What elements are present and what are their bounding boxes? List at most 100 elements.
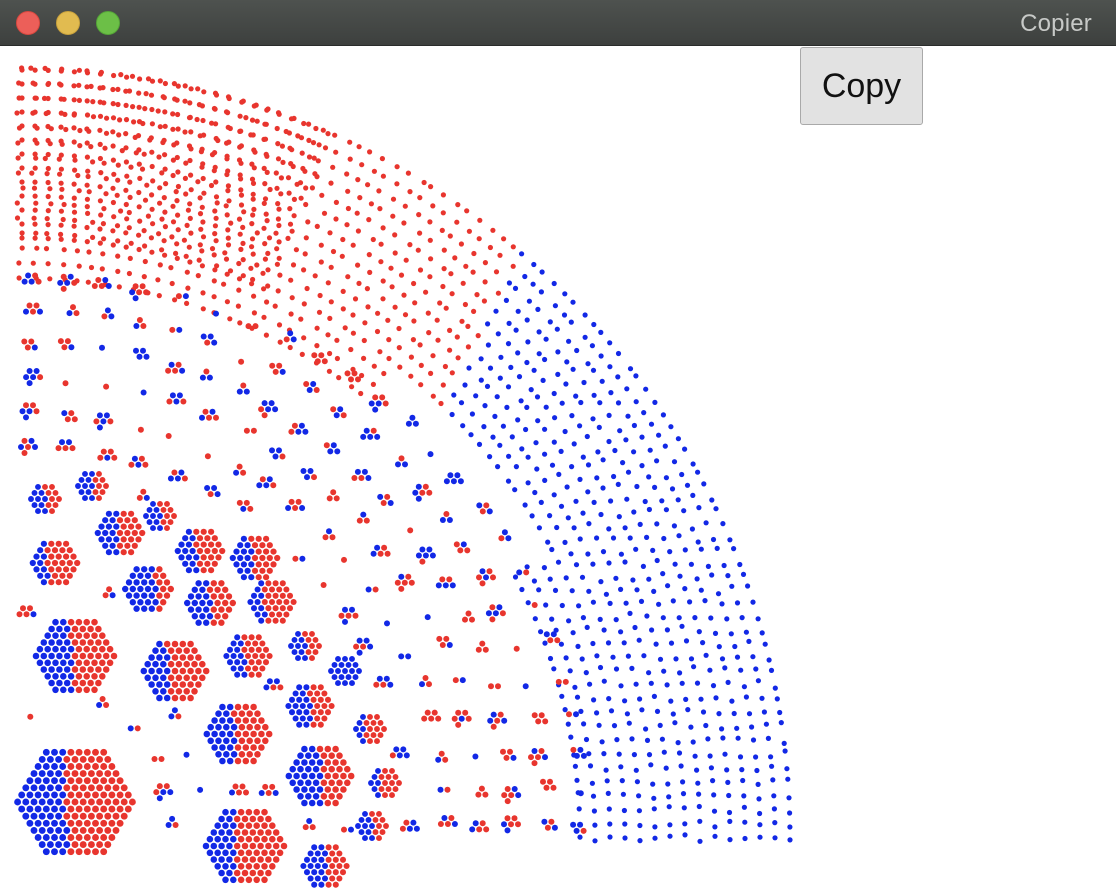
plot-dot (360, 511, 367, 518)
maximize-window-button[interactable] (96, 11, 120, 35)
plot-dot (422, 552, 429, 559)
plot-dot (622, 698, 628, 704)
plot-dot (193, 528, 200, 535)
plot-dot (221, 281, 227, 287)
plot-dot (261, 200, 267, 206)
plot-dot (263, 332, 269, 338)
title-bar[interactable]: Copier (0, 0, 1116, 46)
plot-dot (376, 835, 382, 842)
plot-dot (237, 876, 245, 884)
plot-dot (241, 659, 248, 666)
plot-dot (96, 412, 103, 419)
plot-dot (32, 444, 38, 450)
plot-dot (663, 507, 670, 513)
plot-dot (87, 639, 94, 646)
plot-dot (187, 667, 194, 675)
plot-dot (14, 110, 20, 116)
plot-dot (103, 383, 110, 390)
plot-dot (334, 355, 340, 362)
minimize-window-button[interactable] (56, 11, 80, 35)
plot-dot (603, 767, 609, 773)
plot-dot (530, 281, 536, 287)
close-window-button[interactable] (16, 11, 40, 35)
plot-dot (531, 602, 538, 608)
plot-dot (175, 212, 181, 218)
plot-dot (248, 671, 255, 678)
plot-dot (182, 560, 189, 567)
plot-dot (66, 572, 73, 579)
plot-dot (45, 236, 51, 242)
plot-dot (497, 252, 503, 258)
plot-dot (444, 786, 451, 793)
plot-dot (562, 291, 568, 297)
plot-dot (426, 330, 432, 336)
plot-dot (563, 381, 569, 387)
plot-dot (136, 317, 143, 323)
plot-dot (110, 157, 116, 163)
plot-dot (71, 83, 77, 89)
plot-dot (30, 826, 38, 834)
plot-dot (325, 844, 332, 851)
plot-dot (210, 593, 217, 600)
plot-dot (116, 805, 124, 813)
plot-dot (374, 328, 381, 335)
plot-dot (370, 427, 377, 434)
plot-dot (644, 613, 650, 619)
plot-dot (33, 566, 40, 573)
plot-dot (198, 226, 204, 232)
plot-dot (59, 805, 67, 813)
plot-dot (598, 353, 604, 359)
plot-dot (52, 502, 59, 509)
plot-dot (611, 473, 617, 480)
plot-dot (226, 815, 233, 823)
plot-dot (111, 171, 117, 177)
plot-dot (188, 172, 194, 178)
plot-dot (335, 655, 341, 662)
plot-dot (772, 835, 778, 841)
plot-dot (665, 781, 671, 787)
plot-dot (225, 188, 231, 194)
plot-dot (324, 709, 332, 716)
plot-dot (16, 275, 22, 281)
plot-dot (367, 149, 373, 155)
plot-dot (46, 826, 54, 834)
plot-dot (87, 826, 95, 834)
plot-dot (106, 586, 113, 593)
plot-dot (84, 239, 90, 245)
plot-dot (40, 639, 48, 646)
plot-dot (667, 833, 673, 839)
plot-dot (590, 793, 597, 799)
plot-dot (654, 708, 661, 715)
plot-dot (71, 826, 79, 834)
plot-dot (427, 219, 433, 225)
plot-dot (338, 612, 345, 619)
plot-dot (123, 131, 129, 137)
plot-dot (580, 827, 587, 834)
copy-button[interactable]: Copy (800, 47, 923, 125)
plot-dot (238, 128, 244, 134)
plot-dot (83, 777, 91, 785)
plot-dot (67, 819, 75, 827)
plot-dot (233, 856, 241, 863)
plot-dot (173, 189, 179, 195)
plot-dot (214, 822, 221, 829)
plot-dot (623, 600, 629, 606)
plot-dot (237, 554, 244, 562)
plot-dot (266, 554, 273, 562)
plot-dot (368, 400, 375, 407)
plot-dot (59, 559, 66, 567)
plot-dot (272, 453, 279, 460)
plot-dot (262, 256, 268, 262)
plot-dot (238, 187, 244, 193)
plot-dot (258, 730, 265, 738)
plot-dot (439, 517, 446, 523)
plot-dot (360, 726, 366, 732)
plot-dot (311, 155, 317, 161)
plot-dot (86, 189, 92, 195)
plot-dot (300, 862, 307, 870)
plot-dot (240, 469, 247, 476)
plot-dot (498, 535, 505, 542)
plot-dot (61, 344, 68, 351)
plot-dot (79, 755, 87, 763)
plot-dot (250, 251, 256, 257)
